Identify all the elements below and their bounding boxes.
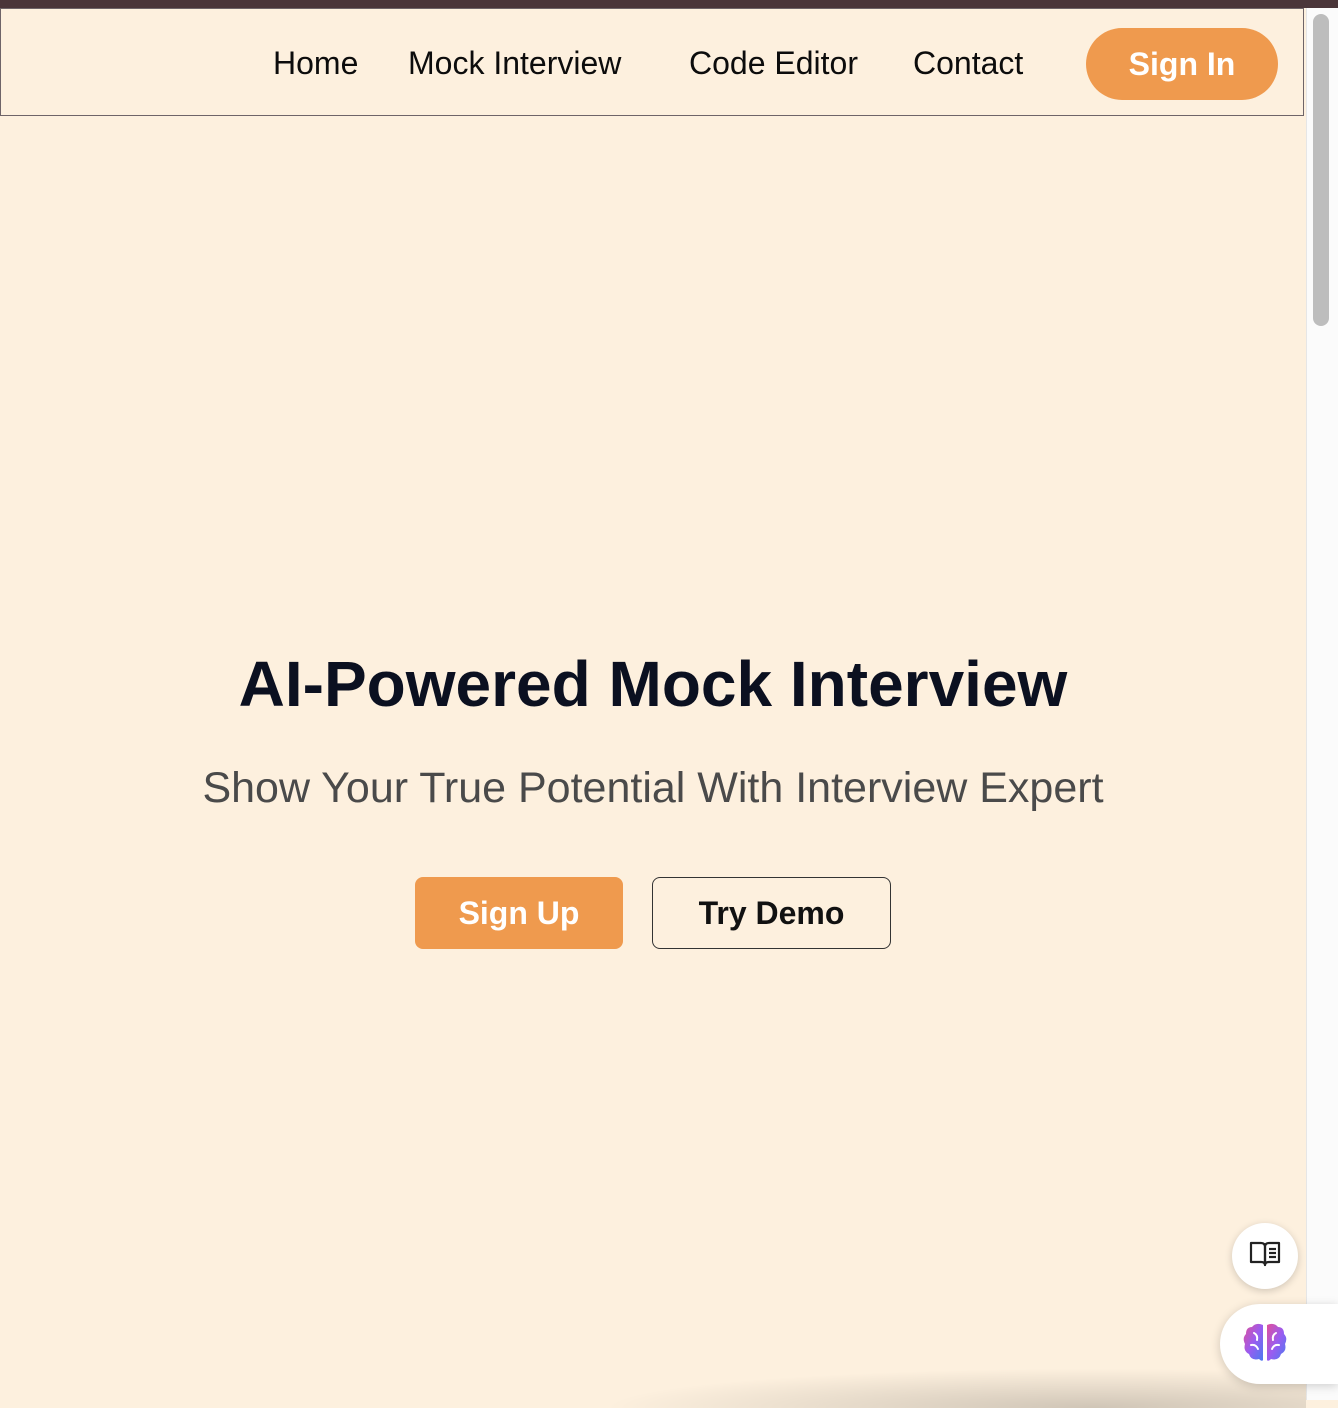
nav-link-contact[interactable]: Contact (913, 43, 1023, 83)
reader-mode-button[interactable] (1232, 1223, 1298, 1289)
nav-link-code-editor[interactable]: Code Editor (689, 43, 858, 83)
bottom-shadow (600, 1368, 1306, 1408)
ai-assistant-button[interactable] (1220, 1304, 1338, 1384)
sign-up-button[interactable]: Sign Up (415, 877, 623, 949)
hero-title: AI-Powered Mock Interview (238, 648, 1068, 720)
sign-in-button[interactable]: Sign In (1086, 28, 1278, 100)
navbar: Home Mock Interview Code Editor Contact … (0, 8, 1304, 116)
brain-icon (1242, 1321, 1288, 1368)
scrollbar-thumb[interactable] (1313, 14, 1329, 326)
nav-link-home[interactable]: Home (273, 43, 358, 83)
try-demo-button[interactable]: Try Demo (652, 877, 891, 949)
book-open-icon (1249, 1240, 1281, 1273)
hero-subtitle: Show Your True Potential With Interview … (202, 764, 1104, 812)
page: Home Mock Interview Code Editor Contact … (0, 8, 1306, 1408)
window-top-strip (0, 0, 1338, 8)
nav-link-mock-interview[interactable]: Mock Interview (408, 43, 621, 83)
